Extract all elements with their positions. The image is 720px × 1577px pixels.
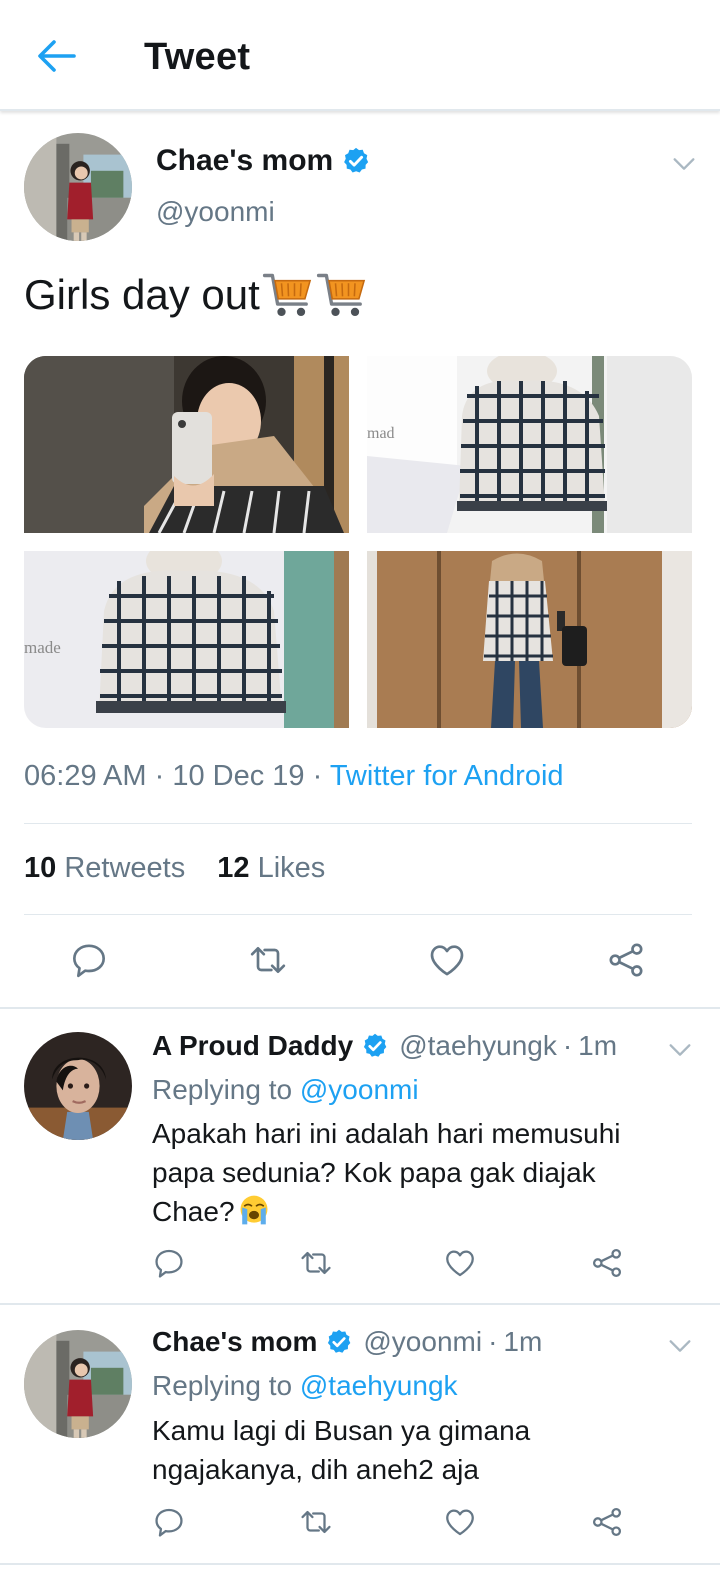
- tweet-source-link[interactable]: Twitter for Android: [330, 760, 564, 792]
- reply-author-name[interactable]: Chae's mom: [152, 1326, 317, 1358]
- reply-author-handle[interactable]: @taehyungk: [399, 1030, 557, 1062]
- share-icon: [590, 1505, 624, 1539]
- meta-separator: ·: [312, 760, 323, 792]
- reply-header: Chae's mom @yoonmi · 1m: [152, 1326, 542, 1358]
- replying-to: Replying to @taehyungk: [152, 1370, 458, 1402]
- photo-1[interactable]: [24, 356, 349, 533]
- section-separator: [0, 1563, 720, 1565]
- like-icon: [427, 940, 467, 980]
- retweet-icon: [298, 1246, 334, 1280]
- shopping-cart-emoji-icon: [262, 270, 314, 320]
- reply-text: Kamu lagi di Busan ya gimana ngajakanya,…: [152, 1415, 531, 1485]
- share-button[interactable]: [606, 940, 646, 980]
- chevron-down-icon[interactable]: [666, 1332, 694, 1360]
- reply-button[interactable]: [152, 1505, 186, 1539]
- svg-text:mad: mad: [367, 425, 395, 442]
- page-title: Tweet: [144, 36, 251, 78]
- replying-prefix: Replying to: [152, 1074, 293, 1105]
- share-icon: [590, 1246, 624, 1280]
- share-button[interactable]: [590, 1505, 624, 1539]
- verified-badge-icon: [341, 146, 371, 176]
- app-header: Tweet: [0, 0, 720, 111]
- likes-label: Likes: [257, 852, 326, 884]
- tweet-stats: 10 Retweets 12 Likes: [24, 852, 349, 885]
- verified-badge-icon: [325, 1328, 353, 1356]
- like-button[interactable]: [443, 1505, 477, 1539]
- share-icon: [606, 940, 646, 980]
- chevron-down-icon[interactable]: [670, 150, 698, 178]
- retweet-icon: [298, 1505, 334, 1539]
- reply-button[interactable]: [69, 940, 109, 980]
- chevron-down-icon[interactable]: [666, 1036, 694, 1064]
- retweet-button[interactable]: [298, 1505, 334, 1539]
- author-name-row: Chae's mom: [156, 144, 371, 178]
- tweet-time: 06:29 AM: [24, 760, 147, 792]
- reply-icon: [152, 1246, 186, 1280]
- photo-3[interactable]: made: [24, 551, 349, 728]
- reply-text-block: Kamu lagi di Busan ya gimana ngajakanya,…: [152, 1411, 572, 1489]
- retweet-button[interactable]: [298, 1246, 334, 1280]
- retweets-label: Retweets: [64, 852, 186, 884]
- like-icon: [443, 1505, 477, 1539]
- replying-to: Replying to @yoonmi: [152, 1074, 419, 1106]
- tweet-text-row: Girls day out: [24, 270, 368, 320]
- reply-time: 1m: [578, 1030, 618, 1061]
- shopping-cart-emoji-icon: [316, 270, 368, 320]
- meta-separator: ·: [488, 1326, 498, 1357]
- reply-avatar[interactable]: [24, 1330, 132, 1438]
- retweets-count: 10: [24, 852, 57, 884]
- reply-icon: [69, 940, 109, 980]
- section-separator: [0, 1007, 720, 1009]
- share-button[interactable]: [590, 1246, 624, 1280]
- likes-stat[interactable]: 12 Likes: [217, 852, 325, 884]
- author-name[interactable]: Chae's mom: [156, 144, 333, 178]
- arrow-left-icon: [38, 40, 76, 72]
- meta-separator: ·: [562, 1030, 573, 1061]
- reply-text-block: Apakah hari ini adalah hari memusuhi pap…: [152, 1114, 672, 1231]
- reply-header: A Proud Daddy @taehyungk · 1m: [152, 1030, 617, 1062]
- like-button[interactable]: [443, 1246, 477, 1280]
- meta-separator: ·: [154, 760, 165, 792]
- reply-button[interactable]: [152, 1246, 186, 1280]
- tweet-meta: 06:29 AM · 10 Dec 19 · Twitter for Andro…: [24, 760, 564, 793]
- reply-author-handle[interactable]: @yoonmi: [363, 1326, 482, 1358]
- author-handle[interactable]: @yoonmi: [156, 196, 275, 228]
- section-separator: [0, 1303, 720, 1305]
- author-avatar[interactable]: [24, 133, 132, 241]
- back-button[interactable]: [34, 36, 78, 76]
- verified-badge-icon: [361, 1032, 389, 1060]
- retweet-button[interactable]: [247, 940, 289, 980]
- media-grid: mad made: [24, 356, 692, 728]
- likes-count: 12: [217, 852, 250, 884]
- retweets-stat[interactable]: 10 Retweets: [24, 852, 185, 884]
- tweet-date: 10 Dec 19: [172, 760, 305, 792]
- reply-text: Apakah hari ini adalah hari memusuhi pap…: [152, 1118, 621, 1227]
- photo-2[interactable]: mad: [367, 356, 692, 533]
- reply-time: 1m: [503, 1326, 543, 1357]
- replying-mention[interactable]: @taehyungk: [300, 1370, 458, 1401]
- photo-4[interactable]: [367, 551, 692, 728]
- reply-icon: [152, 1505, 186, 1539]
- reply-avatar[interactable]: [24, 1032, 132, 1140]
- replying-prefix: Replying to: [152, 1370, 293, 1401]
- reply-author-name[interactable]: A Proud Daddy: [152, 1030, 353, 1062]
- like-icon: [443, 1246, 477, 1280]
- divider: [24, 823, 692, 824]
- like-button[interactable]: [427, 940, 467, 980]
- tweet-text: Girls day out: [24, 271, 260, 318]
- retweet-icon: [247, 940, 289, 980]
- svg-text:made: made: [24, 638, 61, 657]
- divider: [24, 914, 692, 915]
- crying-face-emoji-icon: [237, 1194, 271, 1226]
- replying-mention[interactable]: @yoonmi: [300, 1074, 419, 1105]
